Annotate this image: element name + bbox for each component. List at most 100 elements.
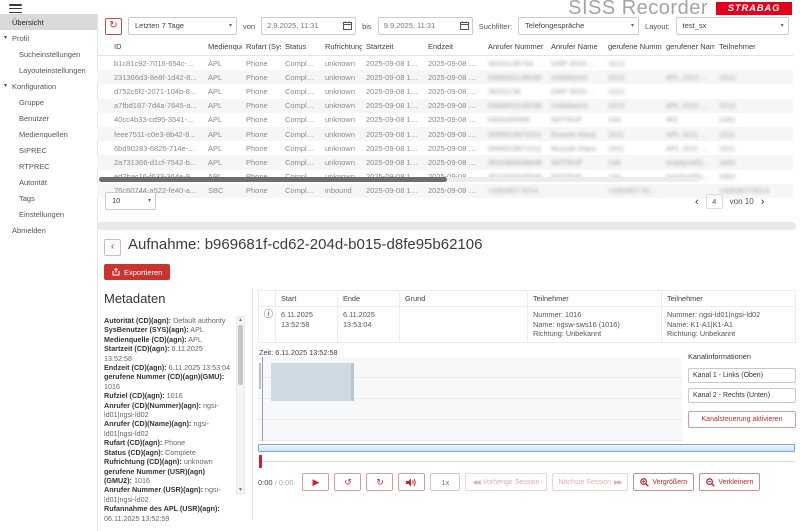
cell-gerufene-nummer: 144 xyxy=(604,113,662,127)
zoom-in-button[interactable]: Vergrößern xyxy=(633,473,694,491)
cell-teilnehmer: 1012 xyxy=(715,99,793,113)
row-select-cell[interactable] xyxy=(97,84,110,98)
row-select-cell[interactable] xyxy=(97,141,110,155)
next-page-icon[interactable]: › xyxy=(761,196,765,208)
volume-button[interactable] xyxy=(398,473,425,491)
table-row[interactable]: a7fbd187-7d4a-7645-a...APLPhoneCompleteu… xyxy=(97,99,793,113)
sidebar-item-layouteinstellungen[interactable]: Layouteinstellungen xyxy=(0,62,97,78)
zoom-out-button[interactable]: Verkleinern xyxy=(699,473,760,491)
chevron-down-icon: ▾ xyxy=(148,193,151,209)
column-header-id[interactable]: ID xyxy=(110,38,204,56)
row-select-cell[interactable] xyxy=(97,113,110,127)
table-row[interactable]: 2a731366-d1cf-7542-b...APLPhoneCompleteu… xyxy=(97,155,793,169)
sidebar-item-sucheinstellungen[interactable]: Sucheinstellungen xyxy=(0,46,97,62)
cell-gerufene-nummer: +43036773214 xyxy=(604,184,662,198)
sidebar-item-bersicht[interactable]: Übersicht xyxy=(0,14,97,30)
sidebar-item-gruppe[interactable]: Gruppe xyxy=(0,94,97,110)
date-to-input[interactable]: 9.9.2025, 11:31 xyxy=(378,17,473,35)
info-icon[interactable]: ⓘ xyxy=(264,309,273,319)
play-button[interactable]: ▶ xyxy=(302,473,329,491)
column-header-anrufer-nummer[interactable]: Anrufer Nummer xyxy=(484,38,547,56)
sidebar-item-autorit-t[interactable]: Autorität xyxy=(0,174,97,190)
sidebar-item-einstellungen[interactable]: Einstellungen xyxy=(0,206,97,222)
scrollbar-thumb[interactable] xyxy=(99,177,447,182)
sidebar-item-medienquellen[interactable]: Medienquellen xyxy=(0,126,97,142)
reload-button[interactable]: ↻ xyxy=(366,473,393,491)
metadata-scrollbar[interactable]: ▲ ▼ xyxy=(236,316,245,494)
speed-button[interactable]: 1x xyxy=(430,473,460,491)
table-row[interactable]: 40cc4b33-cd95-3541-...APLPhoneCompleteun… xyxy=(97,113,793,127)
next-session-button[interactable]: Nächste Session ▶▶ xyxy=(552,473,629,491)
column-header-rufart-sys[interactable]: Rufart (Sys) xyxy=(242,38,281,56)
menu-icon[interactable] xyxy=(9,4,22,14)
table-row[interactable]: 231366d3-8e8f-1d42-8...APLPhoneCompleteu… xyxy=(97,70,793,84)
session-row[interactable]: ⓘ 6.11.2025 13:52:58 6.11.2025 13:53:04 … xyxy=(259,307,796,343)
waveform-segment[interactable] xyxy=(271,363,354,401)
column-header-gerufener-name[interactable]: gerufener Name xyxy=(662,38,715,56)
metadata-value: 1016 xyxy=(165,391,183,400)
table-row[interactable]: feee7511-c0e3-8b42-8...APLPhoneCompleteu… xyxy=(97,127,793,141)
metadata-label: Medienquelle (CD)(agn): xyxy=(104,335,187,344)
sidebar-item-abmelden[interactable]: Abmelden xyxy=(0,222,97,238)
playhead-marker[interactable] xyxy=(259,455,262,468)
calendar-icon[interactable] xyxy=(460,21,469,30)
cell-teilnehmer: 1461 xyxy=(715,113,793,127)
table-row[interactable]: b1c81c92-7016-654c-...APLPhoneCompleteun… xyxy=(97,56,793,71)
column-header-rufrichtung[interactable]: Rufrichtung xyxy=(321,38,362,56)
restart-button[interactable]: ↺ xyxy=(334,473,361,491)
sidebar-item-tags[interactable]: Tags xyxy=(0,190,97,206)
timeline-scrollbar[interactable] xyxy=(258,444,795,452)
date-range-select[interactable]: Letzten 7 Tage ▾ xyxy=(128,17,237,35)
metadata-label: Anrufer (CD)(Nummer)(agn): xyxy=(104,401,201,410)
cell-status: Complete xyxy=(281,127,321,141)
participant-direction: Richtung: Unbekannt xyxy=(533,329,656,339)
sidebar-item-konfiguration[interactable]: ▾Konfiguration xyxy=(0,78,97,94)
column-header-gerufene-nummer[interactable]: gerufene Nummer xyxy=(604,38,662,56)
column-header-teilnehmer[interactable]: Teilnehmer xyxy=(715,38,793,56)
channel-2-button[interactable]: Kanal 2 - Rechts (Unten) xyxy=(688,388,796,403)
row-select-cell[interactable] xyxy=(97,155,110,169)
suchfilter-select[interactable]: Telefongespräche ▾ xyxy=(518,17,639,35)
scrollbar-thumb[interactable] xyxy=(238,325,243,385)
cell-medienquelle: APL xyxy=(204,84,242,98)
refresh-button[interactable]: ↻ xyxy=(105,18,122,35)
table-row[interactable]: 76c60744-a522-fe40-a...SBCPhoneCompletei… xyxy=(97,184,793,198)
sidebar-item-rtprec[interactable]: RTPREC xyxy=(0,158,97,174)
cell-teilnehmer: 1661 xyxy=(715,155,793,169)
column-header-status[interactable]: Status xyxy=(281,38,321,56)
date-from-input[interactable]: 2.9.2025, 11:31 xyxy=(261,17,356,35)
row-select-cell[interactable] xyxy=(97,127,110,141)
sidebar-item-profil[interactable]: ▾Profil xyxy=(0,30,97,46)
sidebar-item-benutzer[interactable]: Benutzer xyxy=(0,110,97,126)
layout-select[interactable]: test_sx ▾ xyxy=(676,17,789,35)
column-header-startzeit[interactable]: Startzeit xyxy=(362,38,424,56)
column-header-anrufer-name[interactable]: Anrufer Name xyxy=(547,38,604,56)
column-header-endzeit[interactable]: Endzeit xyxy=(424,38,484,56)
cell-status: Complete xyxy=(281,84,321,98)
table-horizontal-scrollbar[interactable] xyxy=(99,177,699,182)
row-select-cell[interactable] xyxy=(97,70,110,84)
metadata-value: 06.11.2025 13:52:59 xyxy=(104,514,169,523)
metadata-value: APL xyxy=(189,325,204,334)
channel-1-button[interactable]: Kanal 1 - Links (Oben) xyxy=(688,368,796,383)
scroll-up-icon[interactable]: ▲ xyxy=(237,317,244,323)
waveform-panel[interactable] xyxy=(258,357,682,441)
row-select-cell[interactable] xyxy=(97,56,110,71)
channel-control-activate-button[interactable]: Kanalsteuerung aktivieren xyxy=(688,411,796,428)
column-header-medienquelle[interactable]: Medienquelle xyxy=(204,38,242,56)
previous-session-button[interactable]: ◀◀ Vorherige Session xyxy=(465,473,546,491)
cell-endzeit: 2025-09-08 14:41:13 xyxy=(424,84,484,98)
table-row[interactable]: d752c6f2-2071-104b-8...APLPhoneCompleteu… xyxy=(97,84,793,98)
prev-page-icon[interactable]: ‹ xyxy=(695,196,699,208)
cell-rufrichtung: unknown xyxy=(321,70,362,84)
cell-rufart: Phone xyxy=(242,84,281,98)
export-button[interactable]: Exportieren xyxy=(104,264,170,280)
page-size-select[interactable]: 10 ▾ xyxy=(105,192,156,210)
current-page-input[interactable]: 4 xyxy=(706,194,723,209)
scroll-down-icon[interactable]: ▼ xyxy=(237,487,244,493)
row-select-cell[interactable] xyxy=(97,99,110,113)
table-row[interactable]: 6bd90283-6826-714e-...APLPhoneCompleteun… xyxy=(97,141,793,155)
back-button[interactable]: ‹ xyxy=(104,239,121,256)
sidebar-item-siprec[interactable]: SIPREC xyxy=(0,142,97,158)
calendar-icon[interactable] xyxy=(343,21,352,30)
